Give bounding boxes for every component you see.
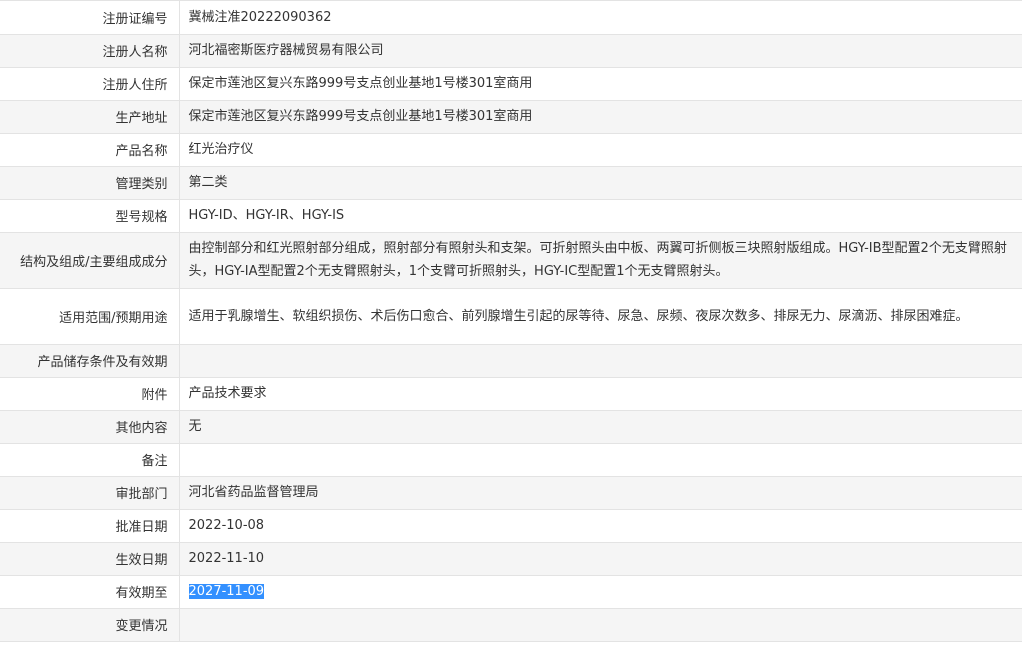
row-intended-use: 适用范围/预期用途 适用于乳腺增生、软组织损伤、术后伤口愈合、前列腺增生引起的尿…: [0, 288, 1022, 345]
field-value[interactable]: 2027-11-09: [179, 575, 1022, 609]
field-label: 其他内容: [0, 410, 180, 444]
row-model-spec: 型号规格 HGY-ID、HGY-IR、HGY-IS: [0, 199, 1022, 233]
field-label: 结构及组成/主要组成成分: [0, 232, 180, 289]
row-production-address: 生产地址 保定市莲池区复兴东路999号支点创业基地1号楼301室商用: [0, 100, 1022, 134]
field-value: [179, 608, 1022, 642]
field-label: 型号规格: [0, 199, 180, 233]
registration-detail-page: 注册证编号 冀械注准20222090362 注册人名称 河北福密斯医疗器械贸易有…: [0, 0, 1022, 667]
field-value: 产品技术要求: [179, 377, 1022, 411]
field-label: 附件: [0, 377, 180, 411]
row-approval-department: 审批部门 河北省药品监督管理局: [0, 476, 1022, 510]
field-label: 备注: [0, 443, 180, 477]
row-management-category: 管理类别 第二类: [0, 166, 1022, 200]
field-value: 保定市莲池区复兴东路999号支点创业基地1号楼301室商用: [179, 100, 1022, 134]
registration-detail-table: 注册证编号 冀械注准20222090362 注册人名称 河北福密斯医疗器械贸易有…: [0, 1, 1022, 642]
field-label: 审批部门: [0, 476, 180, 510]
field-label: 适用范围/预期用途: [0, 288, 180, 345]
field-value: 保定市莲池区复兴东路999号支点创业基地1号楼301室商用: [179, 67, 1022, 101]
field-label: 注册人名称: [0, 34, 180, 68]
row-effective-date: 生效日期 2022-11-10: [0, 542, 1022, 576]
field-value: 2022-11-10: [179, 542, 1022, 576]
field-label: 产品名称: [0, 133, 180, 167]
field-label: 生产地址: [0, 100, 180, 134]
row-other-content: 其他内容 无: [0, 410, 1022, 444]
row-registration-number: 注册证编号 冀械注准20222090362: [0, 1, 1022, 35]
field-value: 无: [179, 410, 1022, 444]
field-value: 第二类: [179, 166, 1022, 200]
row-registrant-name: 注册人名称 河北福密斯医疗器械贸易有限公司: [0, 34, 1022, 68]
row-remarks: 备注: [0, 443, 1022, 477]
row-structure-composition: 结构及组成/主要组成成分 由控制部分和红光照射部分组成，照射部分有照射头和支架。…: [0, 232, 1022, 289]
field-value: 适用于乳腺增生、软组织损伤、术后伤口愈合、前列腺增生引起的尿等待、尿急、尿频、夜…: [179, 288, 1022, 345]
row-registrant-address: 注册人住所 保定市莲池区复兴东路999号支点创业基地1号楼301室商用: [0, 67, 1022, 101]
field-value: 由控制部分和红光照射部分组成，照射部分有照射头和支架。可折射照头由中板、两翼可折…: [179, 232, 1022, 289]
row-change-history: 变更情况: [0, 608, 1022, 642]
field-label: 变更情况: [0, 608, 180, 642]
field-label: 注册人住所: [0, 67, 180, 101]
field-label: 管理类别: [0, 166, 180, 200]
field-value: [179, 443, 1022, 477]
field-value: [179, 344, 1022, 378]
field-label: 批准日期: [0, 509, 180, 543]
field-value: 2022-10-08: [179, 509, 1022, 543]
row-approval-date: 批准日期 2022-10-08: [0, 509, 1022, 543]
field-label: 产品储存条件及有效期: [0, 344, 180, 378]
selected-text-valid-until[interactable]: 2027-11-09: [188, 584, 265, 599]
row-attachment: 附件 产品技术要求: [0, 377, 1022, 411]
field-value: 红光治疗仪: [179, 133, 1022, 167]
field-value: 河北福密斯医疗器械贸易有限公司: [179, 34, 1022, 68]
row-storage-validity: 产品储存条件及有效期: [0, 344, 1022, 378]
field-label: 有效期至: [0, 575, 180, 609]
field-label: 生效日期: [0, 542, 180, 576]
field-value: HGY-ID、HGY-IR、HGY-IS: [179, 199, 1022, 233]
field-label: 注册证编号: [0, 1, 180, 35]
row-valid-until: 有效期至 2027-11-09: [0, 575, 1022, 609]
field-value: 冀械注准20222090362: [179, 1, 1022, 35]
row-product-name: 产品名称 红光治疗仪: [0, 133, 1022, 167]
field-value: 河北省药品监督管理局: [179, 476, 1022, 510]
